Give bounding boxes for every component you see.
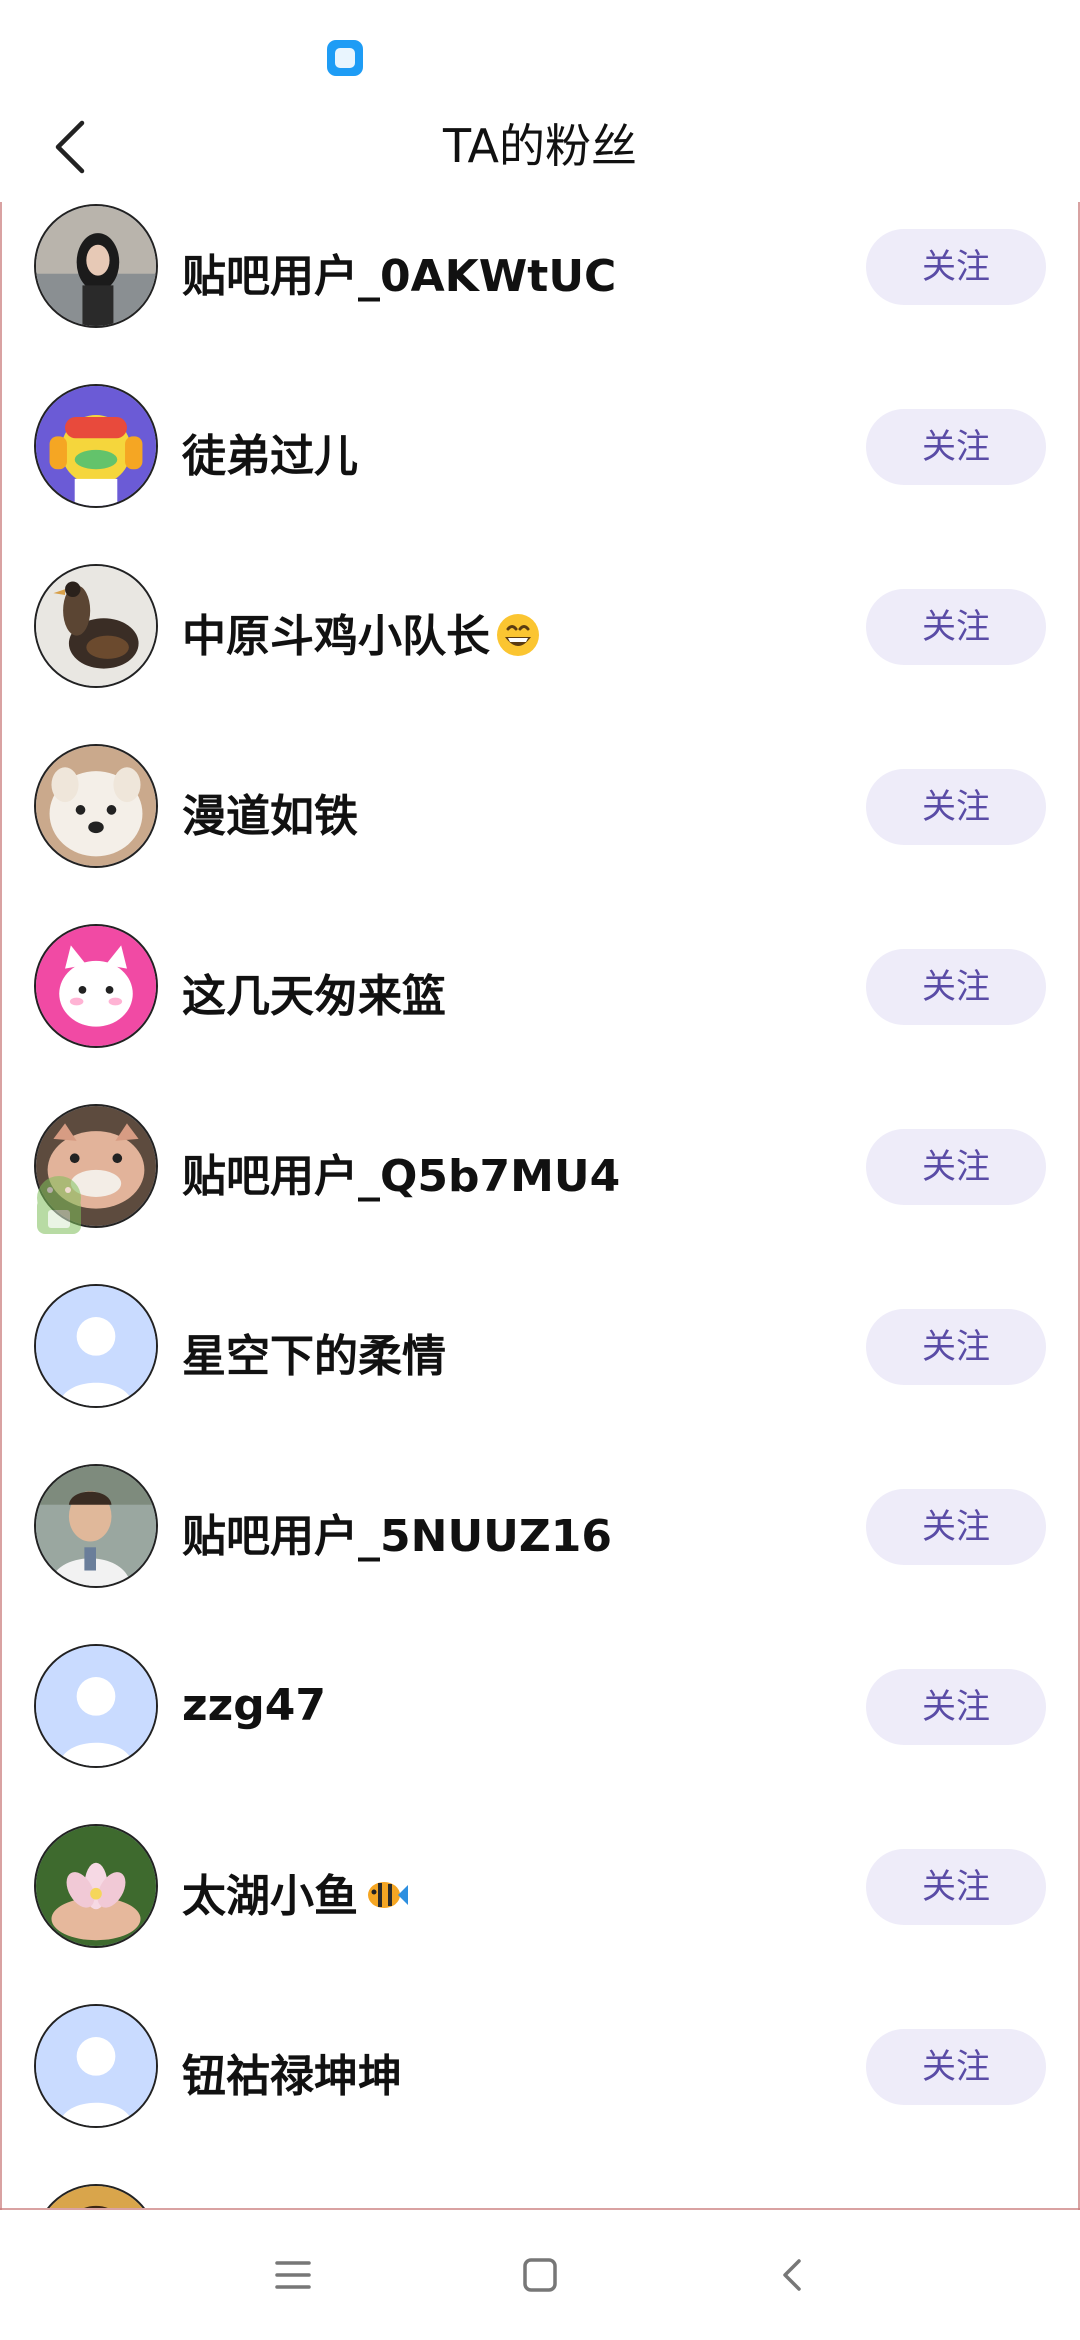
- grinning-face-icon: [494, 611, 542, 659]
- avatar[interactable]: [34, 924, 158, 1048]
- avatar[interactable]: [34, 564, 158, 688]
- follow-button[interactable]: 关注: [866, 769, 1046, 845]
- follow-button[interactable]: 关注: [866, 2029, 1046, 2105]
- follower-row[interactable]: 中原斗鸡小队长 关注: [0, 538, 1080, 718]
- follower-name-text: zzg47: [182, 1680, 326, 1731]
- top-header: TA的粉丝: [0, 90, 1080, 202]
- follower-row[interactable]: 徒弟过儿 关注: [0, 358, 1080, 538]
- follower-row[interactable]: 大牌男女包关注: [0, 2158, 1080, 2208]
- follower-name-text: 这几天匆来篮: [182, 971, 446, 1022]
- follower-row[interactable]: 贴吧用户_5NUUZ16 关注: [0, 1438, 1080, 1618]
- follower-row[interactable]: 贴吧用户_Q5b7MU4 关注: [0, 1078, 1080, 1258]
- back-chevron-icon: [783, 2259, 801, 2291]
- follower-row[interactable]: 钮祜禄坤坤 关注: [0, 1978, 1080, 2158]
- follow-button[interactable]: 关注: [866, 1309, 1046, 1385]
- follower-name[interactable]: 贴吧用户_5NUUZ16: [182, 1500, 612, 1564]
- follower-name[interactable]: 星空下的柔情: [182, 1320, 446, 1384]
- follower-name-text: 贴吧用户_5NUUZ16: [182, 1511, 613, 1562]
- avatar[interactable]: [34, 2004, 158, 2128]
- avatar[interactable]: [34, 744, 158, 868]
- follower-name-text: 贴吧用户_Q5b7MU4: [182, 1151, 621, 1202]
- follow-button[interactable]: 关注: [866, 1129, 1046, 1205]
- follower-name-text: 钮祜禄坤坤: [182, 2051, 402, 2102]
- follower-name[interactable]: zzg47: [182, 1680, 326, 1731]
- menu-icon: [275, 2261, 311, 2289]
- avatar[interactable]: [34, 2184, 158, 2208]
- follower-name[interactable]: 中原斗鸡小队长: [182, 600, 542, 664]
- avatar[interactable]: [34, 1644, 158, 1768]
- follower-row[interactable]: 贴吧用户_0AKWtUC 关注: [0, 202, 1080, 358]
- follow-button[interactable]: 关注: [866, 229, 1046, 305]
- avatar[interactable]: [34, 1284, 158, 1408]
- follower-row[interactable]: zzg47 关注: [0, 1618, 1080, 1798]
- nav-back-button[interactable]: [757, 2240, 827, 2310]
- follower-name[interactable]: 漫道如铁: [182, 780, 358, 844]
- app-notification-icon: [327, 40, 363, 76]
- follower-name-text: 徒弟过儿: [182, 431, 358, 482]
- android-robot-icon[interactable]: [24, 1170, 94, 1250]
- follower-name[interactable]: 贴吧用户_0AKWtUC: [182, 240, 616, 304]
- follower-name[interactable]: 这几天匆来篮: [182, 960, 446, 1024]
- follow-button[interactable]: 关注: [866, 1489, 1046, 1565]
- follower-name[interactable]: 徒弟过儿: [182, 420, 358, 484]
- follower-row[interactable]: 这几天匆来篮 关注: [0, 898, 1080, 1078]
- avatar[interactable]: [34, 1824, 158, 1948]
- tropical-fish-icon: [362, 1871, 410, 1919]
- follower-name[interactable]: 太湖小鱼: [182, 1860, 410, 1924]
- page-title: TA的粉丝: [443, 119, 637, 173]
- follower-name-text: 贴吧用户_0AKWtUC: [182, 251, 617, 302]
- follow-button[interactable]: 关注: [866, 1849, 1046, 1925]
- system-nav-bar: [0, 2210, 1080, 2340]
- follower-row[interactable]: 漫道如铁 关注: [0, 718, 1080, 898]
- avatar[interactable]: [34, 384, 158, 508]
- follow-button[interactable]: 关注: [866, 1669, 1046, 1745]
- home-square-icon: [523, 2258, 557, 2292]
- follower-row[interactable]: 太湖小鱼 关注: [0, 1798, 1080, 1978]
- status-bar: [0, 0, 1080, 90]
- follower-name[interactable]: 钮祜禄坤坤: [182, 2040, 402, 2104]
- follower-name-text: 太湖小鱼: [182, 1871, 358, 1922]
- follower-name[interactable]: 贴吧用户_Q5b7MU4: [182, 1140, 620, 1204]
- follow-button[interactable]: 关注: [866, 409, 1046, 485]
- follower-row[interactable]: 星空下的柔情 关注: [0, 1258, 1080, 1438]
- follower-name-text: 星空下的柔情: [182, 1331, 446, 1382]
- nav-home-button[interactable]: [505, 2240, 575, 2310]
- avatar[interactable]: [34, 204, 158, 328]
- avatar[interactable]: [34, 1464, 158, 1588]
- follower-name-text: 中原斗鸡小队长: [182, 611, 490, 662]
- nav-menu-button[interactable]: [258, 2240, 328, 2310]
- followers-list[interactable]: 贴吧用户_0AKWtUC 关注 徒弟过儿 关注 中原斗鸡小队长 关注 漫道如铁 关注 这几天匆来…: [0, 202, 1080, 2208]
- follower-name-text: 漫道如铁: [182, 791, 358, 842]
- follow-button[interactable]: 关注: [866, 589, 1046, 665]
- followers-screen: TA的粉丝 贴吧用户_0AKWtUC 关注 徒弟过儿 关注 中原斗鸡小队长 关注 漫道如铁关…: [0, 0, 1080, 2340]
- follow-button[interactable]: 关注: [866, 949, 1046, 1025]
